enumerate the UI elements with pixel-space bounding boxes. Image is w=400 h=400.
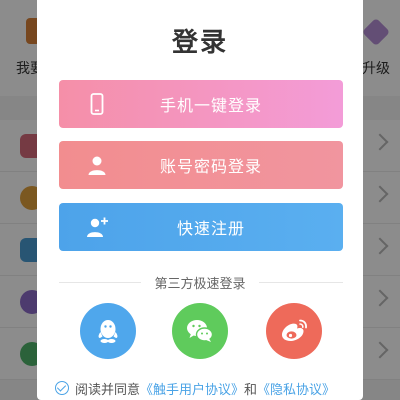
agreement-row: 阅读并同意 《触手用户协议》 和 《隐私协议》	[55, 378, 355, 398]
qq-login-button[interactable]	[80, 303, 136, 359]
add-user-icon	[87, 217, 108, 237]
wechat-icon	[187, 320, 214, 342]
dialog-title: 登录	[171, 28, 228, 58]
weibo-icon	[282, 319, 307, 341]
phone-login-label: 手机一键登录	[159, 96, 262, 115]
wechat-login-button[interactable]	[172, 303, 228, 359]
user-agreement-link[interactable]: 《触手用户协议》	[140, 379, 244, 398]
login-dialog: 登录 手机一键登录 账号密码登录 快速注册 第三方极速登录 阅读并同意 《触手用…	[37, 0, 363, 400]
account-login-button[interactable]: 账号密码登录	[59, 141, 343, 189]
register-label: 快速注册	[176, 219, 245, 238]
user-icon	[88, 156, 106, 175]
account-login-label: 账号密码登录	[159, 157, 262, 176]
register-button[interactable]: 快速注册	[59, 203, 343, 251]
agreement-prefix: 阅读并同意	[75, 382, 141, 398]
agreement-checkbox[interactable]	[55, 381, 69, 395]
divider-right	[259, 282, 343, 283]
phone-login-button[interactable]: 手机一键登录	[59, 80, 343, 128]
weibo-login-button[interactable]	[266, 303, 322, 359]
agreement-and: 和	[244, 382, 258, 398]
phone-icon	[90, 93, 104, 115]
privacy-agreement-link[interactable]: 《隐私协议》	[257, 379, 335, 398]
qq-icon	[98, 320, 118, 343]
